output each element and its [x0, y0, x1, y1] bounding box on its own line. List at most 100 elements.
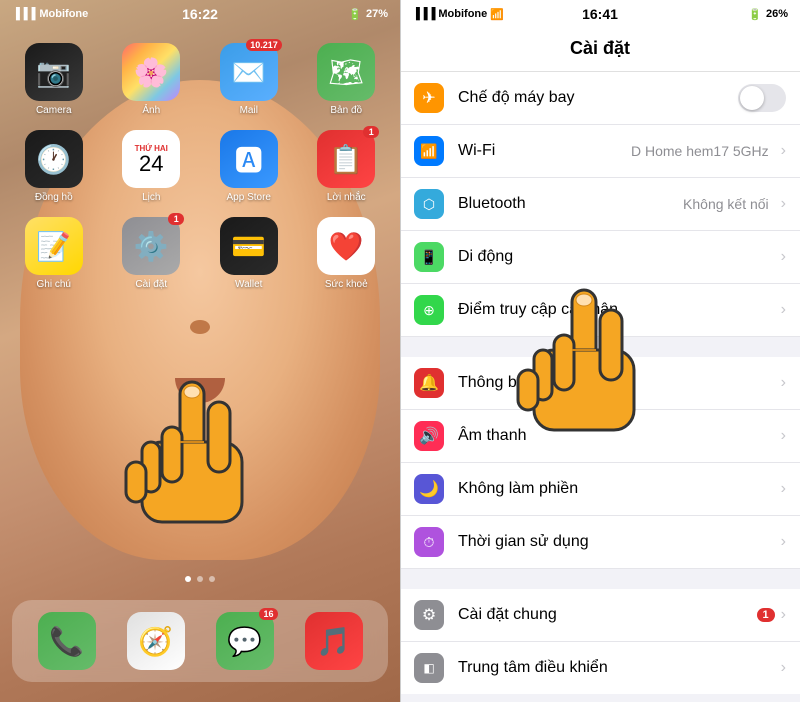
dock-phone[interactable]: 📞 — [38, 612, 96, 670]
right-battery: 26% — [766, 8, 788, 20]
controlcenter-right: › — [781, 659, 786, 677]
mobile-icon: 📱 — [414, 242, 444, 272]
mobile-title: Di động — [458, 248, 781, 266]
focus-icon: 🌙 — [414, 474, 444, 504]
calendar-icon: THỨ HAI 24 — [122, 130, 180, 188]
settings-row-mobile[interactable]: 📱 Di động › — [400, 231, 800, 284]
camera-icon: 📷 — [25, 43, 83, 101]
app-calendar[interactable]: THỨ HAI 24 Lịch — [110, 130, 194, 203]
maps-label: Bản đồ — [330, 105, 362, 116]
settings-row-airplane[interactable]: ✈ Chế độ máy bay — [400, 72, 800, 125]
calendar-label: Lịch — [142, 192, 160, 203]
app-notes[interactable]: 📝 Ghi chú — [12, 217, 96, 290]
health-icon: ❤️ — [317, 217, 375, 275]
mobile-right: › — [781, 248, 786, 266]
notifications-icon: 🔔 — [414, 368, 444, 398]
app-grid: 📷 Camera 🌸 Ảnh ✉️ 10.217 Mail 🗺 Bản đồ 🕐… — [0, 35, 400, 298]
photos-label: Ảnh — [142, 105, 160, 116]
wallet-icon: 💳 — [220, 217, 278, 275]
settings-row-general[interactable]: ⚙ Cài đặt chung 1 › — [400, 589, 800, 642]
wifi-value: D Home hem17 5GHz — [631, 143, 769, 159]
airplane-right — [738, 84, 786, 112]
focus-chevron: › — [781, 480, 786, 498]
calendar-date: 24 — [139, 153, 163, 175]
notifications-right: › — [781, 374, 786, 392]
settings-row-focus[interactable]: 🌙 Không làm phiền › — [400, 463, 800, 516]
app-settings[interactable]: ⚙️ 1 Cài đặt — [110, 217, 194, 290]
right-time: 16:41 — [582, 6, 618, 22]
settings-row-hotspot[interactable]: ⊕ Điểm truy cập cá nhân › — [400, 284, 800, 336]
page-indicator — [185, 576, 215, 582]
dock-music[interactable]: 🎵 — [305, 612, 363, 670]
bluetooth-right: Không kết nối › — [683, 195, 786, 213]
clock-label: Đồng hồ — [35, 192, 73, 203]
settings-label: Cài đặt — [135, 279, 167, 290]
dock-messages[interactable]: 💬 16 — [216, 612, 274, 670]
app-reminder[interactable]: 📋 1 Lời nhắc — [305, 130, 389, 203]
settings-section-2: 🔔 Thông báo › 🔊 Âm thanh › � — [400, 357, 800, 569]
section-gap-2 — [400, 569, 800, 589]
app-photos[interactable]: 🌸 Ảnh — [110, 43, 194, 116]
settings-icon: ⚙️ 1 — [122, 217, 180, 275]
photos-icon: 🌸 — [122, 43, 180, 101]
notifications-title: Thông báo — [458, 374, 781, 392]
dock-safari[interactable]: 🧭 — [127, 612, 185, 670]
settings-row-screentime[interactable]: ⏱ Thời gian sử dụng › — [400, 516, 800, 568]
settings-badge: 1 — [168, 213, 184, 225]
right-battery-icon: 🔋 — [748, 8, 762, 21]
controlcenter-icon: ◧ — [414, 653, 444, 683]
settings-row-sounds[interactable]: 🔊 Âm thanh › — [400, 410, 800, 463]
app-appstore[interactable]: 🅰 App Store — [207, 130, 291, 203]
app-wallet[interactable]: 💳 Wallet — [207, 217, 291, 290]
right-status-bar: ▐▐▐ Mobifone 📶 16:41 🔋 26% — [400, 0, 800, 28]
right-wifi-icon: 📶 — [490, 8, 504, 21]
app-health[interactable]: ❤️ Sức khoẻ — [305, 217, 389, 290]
screentime-icon: ⏱ — [414, 527, 444, 557]
reminder-icon: 📋 1 — [317, 130, 375, 188]
right-signal-icon: ▐▐▐ — [412, 8, 435, 20]
settings-row-controlcenter[interactable]: ◧ Trung tâm điều khiển › — [400, 642, 800, 694]
settings-row-notifications[interactable]: 🔔 Thông báo › — [400, 357, 800, 410]
general-icon: ⚙ — [414, 600, 444, 630]
notes-label: Ghi chú — [37, 279, 71, 290]
wifi-right: D Home hem17 5GHz › — [631, 142, 786, 160]
settings-list: ✈ Chế độ máy bay 📶 Wi-Fi D Home hem17 5G… — [400, 72, 800, 694]
left-phone: ▐▐▐ Mobifone 16:22 🔋 27% 📷 Camera 🌸 Ảnh … — [0, 0, 400, 702]
messages-badge: 16 — [259, 608, 277, 620]
wifi-icon: 📶 — [414, 136, 444, 166]
general-chevron: › — [781, 606, 786, 624]
general-title: Cài đặt chung — [458, 606, 757, 624]
hotspot-icon: ⊕ — [414, 295, 444, 325]
hotspot-right: › — [781, 301, 786, 319]
clock-icon: 🕐 — [25, 130, 83, 188]
general-right: 1 › — [757, 606, 786, 624]
focus-title: Không làm phiền — [458, 480, 781, 498]
app-clock[interactable]: 🕐 Đồng hồ — [12, 130, 96, 203]
bluetooth-icon: ⬡ — [414, 189, 444, 219]
left-carrier: ▐▐▐ Mobifone — [12, 8, 88, 20]
appstore-label: App Store — [227, 192, 271, 203]
camera-label: Camera — [36, 105, 72, 116]
maps-icon: 🗺 — [317, 43, 375, 101]
settings-header: Cài đặt — [400, 28, 800, 72]
app-mail[interactable]: ✉️ 10.217 Mail — [207, 43, 291, 116]
app-camera[interactable]: 📷 Camera — [12, 43, 96, 116]
carrier-name: Mobifone — [39, 8, 88, 20]
settings-row-wifi[interactable]: 📶 Wi-Fi D Home hem17 5GHz › — [400, 125, 800, 178]
left-battery: 🔋 27% — [348, 8, 388, 21]
right-phone: ▐▐▐ Mobifone 📶 16:41 🔋 26% Cài đặt ✈ Chế… — [400, 0, 800, 702]
mail-badge: 10.217 — [246, 39, 282, 51]
airplane-title: Chế độ máy bay — [458, 89, 738, 107]
toggle-knob — [740, 86, 764, 110]
phone-divider — [400, 0, 401, 702]
focus-right: › — [781, 480, 786, 498]
notes-icon: 📝 — [25, 217, 83, 275]
hotspot-chevron: › — [781, 301, 786, 319]
dock: 📞 🧭 💬 16 🎵 — [12, 600, 388, 682]
notifications-chevron: › — [781, 374, 786, 392]
settings-row-bluetooth[interactable]: ⬡ Bluetooth Không kết nối › — [400, 178, 800, 231]
app-maps[interactable]: 🗺 Bản đồ — [305, 43, 389, 116]
airplane-toggle[interactable] — [738, 84, 786, 112]
left-status-bar: ▐▐▐ Mobifone 16:22 🔋 27% — [0, 0, 400, 28]
dot-1 — [185, 576, 191, 582]
